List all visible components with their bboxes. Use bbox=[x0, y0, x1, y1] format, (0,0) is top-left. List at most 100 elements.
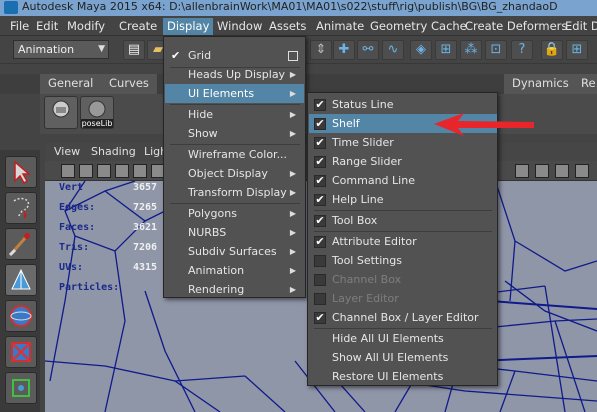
viewport-options-icon[interactable] bbox=[575, 164, 589, 178]
display-menu: ✔ Grid Heads Up Display ▶ UI Elements ▶ … bbox=[163, 36, 306, 298]
maya-logo-icon bbox=[4, 1, 18, 14]
snap-toggle-icon[interactable]: ⇕ bbox=[310, 40, 332, 60]
hud-value-uvs: 4315 bbox=[133, 262, 158, 273]
make-live-icon[interactable]: ⊞ bbox=[435, 40, 457, 60]
shelf-tab-dynamics[interactable]: Dynamics bbox=[504, 74, 578, 94]
ui-elements-command-line[interactable]: ✔ Command Line bbox=[309, 171, 497, 190]
grid-toggle-icon[interactable] bbox=[133, 164, 147, 178]
shelf-character-icon[interactable] bbox=[44, 96, 78, 129]
shelf-poselib-icon[interactable]: poseLib bbox=[80, 96, 114, 129]
ui-elements-hide-all[interactable]: Hide All UI Elements bbox=[309, 329, 497, 348]
display-menu-polygons[interactable]: Polygons ▶ bbox=[165, 204, 304, 223]
move-tool-icon[interactable] bbox=[5, 264, 37, 296]
scale-tool-icon[interactable] bbox=[5, 336, 37, 368]
snap-curve-icon[interactable]: ⚯ bbox=[357, 40, 379, 60]
display-menu-wireframe-color[interactable]: Wireframe Color... bbox=[165, 145, 304, 164]
shelf-tab-curves[interactable]: Curves bbox=[101, 74, 158, 94]
lock-icon[interactable]: 🔒 bbox=[541, 40, 563, 60]
ui-elements-attribute-editor[interactable]: ✔ Attribute Editor bbox=[309, 232, 497, 251]
checkbox-checked-icon: ✔ bbox=[314, 136, 326, 149]
submenu-arrow-icon: ▶ bbox=[289, 129, 296, 138]
menu-geometry-cache[interactable]: Geometry Cache bbox=[366, 18, 471, 35]
checkbox-unchecked-icon bbox=[314, 293, 326, 305]
command-line-label: Command Line bbox=[332, 174, 415, 187]
display-menu-object-display[interactable]: Object Display ▶ bbox=[165, 164, 304, 183]
ui-elements-restore[interactable]: Restore UI Elements bbox=[309, 367, 497, 386]
snap-point-icon[interactable]: ∿ bbox=[382, 40, 404, 60]
camera-icon[interactable] bbox=[61, 164, 75, 178]
checkbox-checked-icon: ✔ bbox=[314, 174, 326, 187]
display-menu-heads-up-display[interactable]: Heads Up Display ▶ bbox=[165, 65, 304, 84]
paint-select-tool-icon[interactable] bbox=[5, 228, 37, 260]
menu-set-value: Animation bbox=[18, 43, 75, 56]
chevron-down-icon: ▼ bbox=[98, 44, 105, 54]
image-plane-icon[interactable] bbox=[115, 164, 129, 178]
menu-set-selector[interactable]: Animation ▼ bbox=[13, 40, 109, 59]
checkbox-unchecked-icon bbox=[314, 255, 326, 267]
ui-elements-tool-settings[interactable]: Tool Settings bbox=[309, 251, 497, 270]
ui-elements-show-all[interactable]: Show All UI Elements bbox=[309, 348, 497, 367]
render-settings-icon[interactable]: ⊡ bbox=[485, 40, 507, 60]
shelf-tab-rendering[interactable]: Re bbox=[573, 74, 597, 94]
display-menu-wireframe-color-label: Wireframe Color... bbox=[188, 148, 288, 161]
bookmark-icon[interactable] bbox=[97, 164, 111, 178]
snap-view-plane-icon[interactable]: ◈ bbox=[410, 40, 432, 60]
display-menu-ui-elements[interactable]: UI Elements ▶ bbox=[165, 84, 304, 103]
checkbox-checked-icon: ✔ bbox=[314, 155, 326, 168]
rotate-tool-icon[interactable] bbox=[5, 300, 37, 332]
ui-elements-help-line[interactable]: ✔ Help Line bbox=[309, 190, 497, 209]
display-menu-rendering[interactable]: Rendering ▶ bbox=[165, 280, 304, 299]
snap-grid-icon[interactable]: ✚ bbox=[333, 40, 355, 60]
isolate-select-icon[interactable] bbox=[515, 164, 529, 178]
layer-editor-label: Layer Editor bbox=[332, 292, 399, 305]
shelf-tab-general[interactable]: General bbox=[40, 74, 103, 94]
submenu-arrow-icon: ▶ bbox=[289, 70, 296, 79]
xray-icon[interactable] bbox=[535, 164, 549, 178]
display-menu-nurbs[interactable]: NURBS ▶ bbox=[165, 223, 304, 242]
new-scene-icon[interactable]: ▤ bbox=[123, 40, 145, 60]
checkbox-checked-icon: ✔ bbox=[314, 214, 326, 227]
checkbox-checked-icon: ✔ bbox=[314, 117, 326, 130]
display-menu-transform-display[interactable]: Transform Display ▶ bbox=[165, 183, 304, 202]
menu-modify[interactable]: Modify bbox=[63, 18, 109, 35]
ui-elements-range-slider[interactable]: ✔ Range Slider bbox=[309, 152, 497, 171]
history-icon[interactable]: ⁂ bbox=[460, 40, 482, 60]
display-menu-animation[interactable]: Animation ▶ bbox=[165, 261, 304, 280]
viewport-menu-view[interactable]: View bbox=[54, 145, 80, 158]
submenu-arrow-icon: ▶ bbox=[289, 266, 296, 275]
ipr-render-icon[interactable]: ⊞ bbox=[566, 40, 588, 60]
option-box-icon[interactable] bbox=[288, 51, 298, 61]
display-menu-ui-elements-label: UI Elements bbox=[188, 87, 255, 100]
submenu-arrow-icon: ▶ bbox=[289, 228, 296, 237]
select-tool-icon[interactable] bbox=[5, 156, 37, 188]
submenu-arrow-icon: ▶ bbox=[289, 188, 296, 197]
menu-create[interactable]: Create bbox=[115, 18, 161, 35]
display-menu-show[interactable]: Show ▶ bbox=[165, 124, 304, 143]
restore-ui-label: Restore UI Elements bbox=[332, 370, 444, 383]
camera-attributes-icon[interactable] bbox=[79, 164, 93, 178]
menu-edit-deformers[interactable]: Edit De bbox=[561, 18, 597, 35]
viewport-menu-shading[interactable]: Shading bbox=[91, 145, 136, 158]
display-menu-hide[interactable]: Hide ▶ bbox=[165, 105, 304, 124]
help-icon[interactable]: ? bbox=[511, 40, 533, 60]
lasso-tool-icon[interactable] bbox=[5, 192, 37, 224]
display-menu-subdiv-label: Subdiv Surfaces bbox=[188, 245, 277, 258]
menu-file[interactable]: File bbox=[6, 18, 33, 35]
menu-create-deformers[interactable]: Create Deformers bbox=[461, 18, 571, 35]
display-menu-subdiv-surfaces[interactable]: Subdiv Surfaces ▶ bbox=[165, 242, 304, 261]
menu-assets[interactable]: Assets bbox=[265, 18, 310, 35]
checkbox-checked-icon: ✔ bbox=[314, 193, 326, 206]
submenu-arrow-icon: ▶ bbox=[289, 285, 296, 294]
menu-edit[interactable]: Edit bbox=[32, 18, 62, 35]
submenu-arrow-icon: ▶ bbox=[289, 247, 296, 256]
shelf-label: Shelf bbox=[332, 117, 360, 130]
hud-value-tris: 7206 bbox=[133, 242, 158, 253]
ui-elements-tool-box[interactable]: ✔ Tool Box bbox=[309, 211, 497, 230]
xray-joints-icon[interactable] bbox=[555, 164, 569, 178]
menu-animate[interactable]: Animate bbox=[312, 18, 368, 35]
manipulator-tool-icon[interactable] bbox=[5, 372, 37, 404]
menu-display[interactable]: Display bbox=[163, 18, 214, 35]
ui-elements-channel-box-layer-editor[interactable]: ✔ Channel Box / Layer Editor bbox=[309, 308, 497, 327]
display-menu-grid[interactable]: ✔ Grid bbox=[165, 46, 304, 65]
menu-window[interactable]: Window bbox=[213, 18, 266, 35]
